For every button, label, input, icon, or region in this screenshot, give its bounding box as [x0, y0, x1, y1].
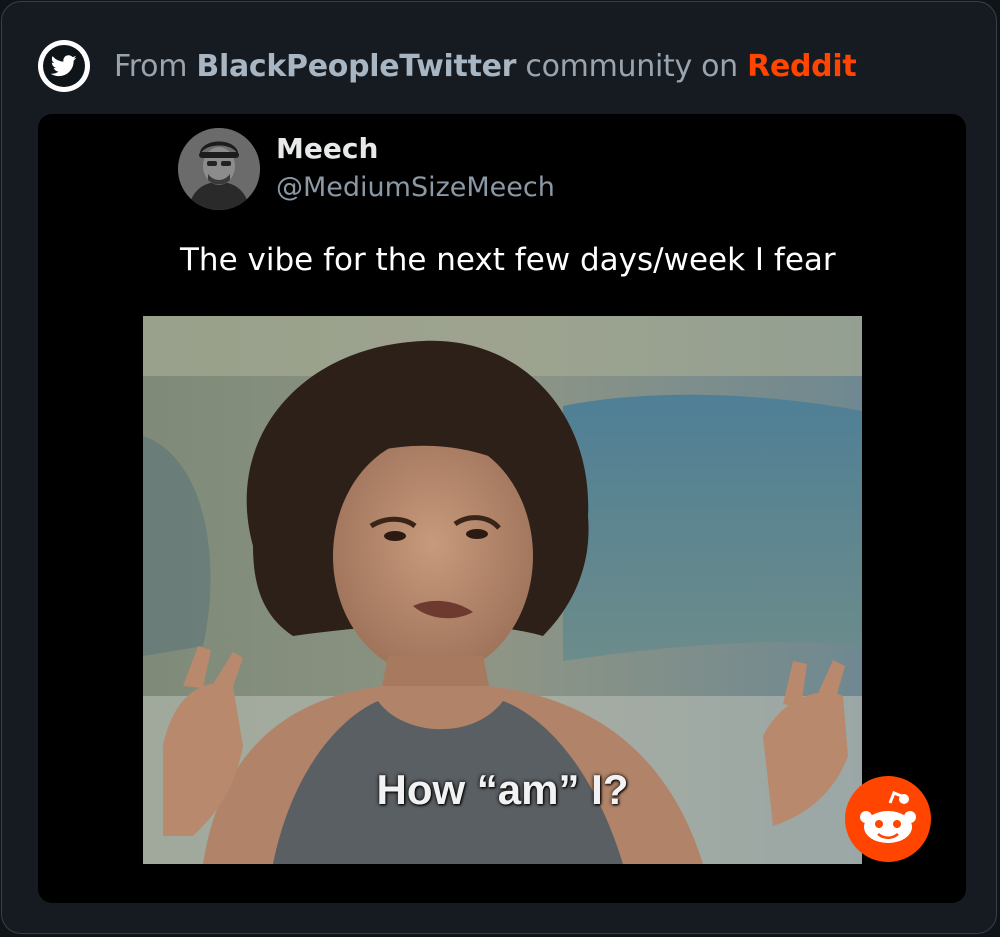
author-name[interactable]: Meech — [276, 132, 378, 165]
source-middle: community on — [525, 48, 738, 84]
avatar[interactable] — [178, 128, 260, 210]
embed-source-line: From BlackPeopleTwitter community on Red… — [114, 48, 857, 84]
meme-caption: How “am” I? — [376, 766, 629, 813]
embed-card: From BlackPeopleTwitter community on Red… — [1, 1, 997, 934]
tweet-screenshot[interactable]: Meech @MediumSizeMeech The vibe for the … — [38, 114, 966, 903]
embed-header: From BlackPeopleTwitter community on Red… — [38, 40, 857, 92]
reddit-snoo-icon — [844, 775, 932, 863]
source-prefix: From — [114, 48, 188, 84]
tweet-text: The vibe for the next few days/week I fe… — [180, 242, 836, 278]
community-link[interactable]: BlackPeopleTwitter — [196, 49, 516, 84]
meme-image[interactable]: How “am” I? — [143, 316, 862, 864]
author-handle[interactable]: @MediumSizeMeech — [276, 172, 555, 203]
twitter-bird-icon — [38, 40, 90, 92]
reddit-link[interactable]: Reddit — [747, 49, 857, 84]
